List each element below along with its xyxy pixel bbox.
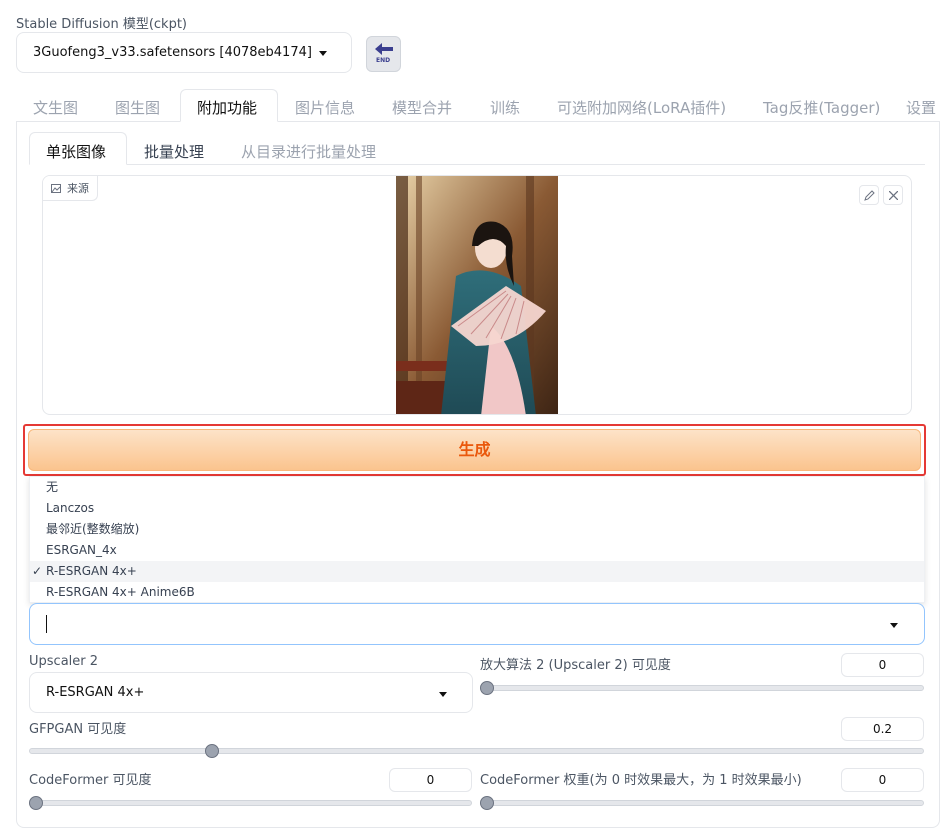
model-label: Stable Diffusion 模型(ckpt) bbox=[16, 17, 188, 32]
gfpgan-value[interactable]: 0.2 bbox=[841, 717, 924, 741]
codeformer-visibility-knob[interactable] bbox=[29, 796, 43, 810]
chevron-down-icon bbox=[439, 692, 447, 697]
codeformer-visibility-label: CodeFormer 可见度 bbox=[29, 773, 152, 788]
subtab-single-image[interactable]: 单张图像 bbox=[29, 132, 127, 165]
upscaler-option[interactable]: 无 bbox=[30, 477, 924, 498]
clear-button[interactable] bbox=[883, 185, 903, 205]
codeformer-weight-label: CodeFormer 权重(为 0 时效果最大，为 1 时效果最小) bbox=[480, 773, 802, 788]
codeformer-weight-slider[interactable] bbox=[480, 800, 924, 806]
checkmark-icon: ✓ bbox=[32, 564, 43, 578]
upscaler2-label: Upscaler 2 bbox=[29, 654, 99, 669]
tab-extras-label: 附加功能 bbox=[197, 99, 258, 117]
gfpgan-slider[interactable] bbox=[29, 748, 924, 754]
codeformer-visibility-slider[interactable] bbox=[29, 800, 472, 806]
tab-img2img[interactable]: 图生图 bbox=[115, 97, 160, 118]
text-cursor bbox=[46, 615, 47, 633]
tab-png-info[interactable]: 图片信息 bbox=[295, 97, 355, 118]
subtab-batch[interactable]: 批量处理 bbox=[144, 141, 204, 162]
tab-settings[interactable]: 设置 bbox=[906, 97, 936, 118]
source-label: 来源 bbox=[67, 182, 89, 195]
upscaler-option[interactable]: ESRGAN_4x bbox=[30, 540, 924, 561]
upscaler2-visibility-value[interactable]: 0 bbox=[841, 653, 924, 677]
upscaler-option-selected-label: R-ESRGAN 4x+ bbox=[46, 564, 137, 578]
subtab-batch-dir[interactable]: 从目录进行批量处理 bbox=[241, 141, 376, 162]
tab-tagger[interactable]: Tag反推(Tagger) bbox=[763, 97, 880, 118]
end-button[interactable]: END bbox=[366, 36, 401, 72]
pencil-icon bbox=[864, 190, 875, 201]
end-text: END bbox=[376, 57, 391, 64]
tab-checkpoint-merger[interactable]: 模型合并 bbox=[392, 97, 452, 118]
codeformer-weight-value[interactable]: 0 bbox=[841, 768, 924, 792]
generate-label: 生成 bbox=[458, 440, 491, 459]
arrow-left-icon bbox=[375, 43, 393, 55]
tab-additional-networks[interactable]: 可选附加网络(LoRA插件) bbox=[557, 97, 726, 118]
chevron-down-icon bbox=[890, 623, 898, 628]
close-icon bbox=[889, 191, 898, 200]
codeformer-visibility-value[interactable]: 0 bbox=[389, 768, 472, 792]
source-photo bbox=[396, 176, 558, 414]
upscaler2-visibility-label: 放大算法 2 (Upscaler 2) 可见度 bbox=[480, 658, 671, 673]
upscaler2-dropdown[interactable]: R-ESRGAN 4x+ bbox=[29, 672, 473, 713]
upscaler1-input[interactable] bbox=[29, 603, 925, 645]
upscaler-option-selected[interactable]: ✓ R-ESRGAN 4x+ bbox=[30, 561, 924, 582]
codeformer-weight-knob[interactable] bbox=[480, 796, 494, 810]
upscaler-options-list: 无 Lanczos 最邻近(整数缩放) ESRGAN_4x ✓ R-ESRGAN… bbox=[29, 476, 925, 603]
edit-button[interactable] bbox=[859, 185, 879, 205]
photo-drawing bbox=[396, 176, 558, 414]
upscaler-option[interactable]: Lanczos bbox=[30, 498, 924, 519]
subtab-single-image-label: 单张图像 bbox=[46, 143, 107, 161]
tab-train[interactable]: 训练 bbox=[490, 97, 520, 118]
upscaler2-visibility-knob[interactable] bbox=[480, 681, 494, 695]
chevron-down-icon bbox=[319, 51, 327, 56]
tab-extras[interactable]: 附加功能 bbox=[180, 89, 278, 122]
model-dropdown[interactable]: 3Guofeng3_v33.safetensors [4078eb4174] bbox=[16, 32, 352, 73]
upscaler2-visibility-slider[interactable] bbox=[480, 685, 924, 691]
model-selected: 3Guofeng3_v33.safetensors [4078eb4174] bbox=[33, 45, 312, 60]
source-label-badge: 来源 bbox=[43, 176, 98, 201]
tab-txt2img[interactable]: 文生图 bbox=[33, 97, 78, 118]
source-image-panel[interactable]: 来源 bbox=[42, 175, 912, 415]
subtabs-divider bbox=[29, 164, 925, 165]
image-icon bbox=[51, 183, 61, 193]
generate-button[interactable]: 生成 bbox=[28, 429, 921, 471]
upscaler-option[interactable]: 最邻近(整数缩放) bbox=[30, 519, 924, 540]
upscaler-option[interactable]: R-ESRGAN 4x+ Anime6B bbox=[30, 582, 924, 603]
upscaler2-selected: R-ESRGAN 4x+ bbox=[46, 685, 145, 700]
gfpgan-label: GFPGAN 可见度 bbox=[29, 722, 127, 737]
